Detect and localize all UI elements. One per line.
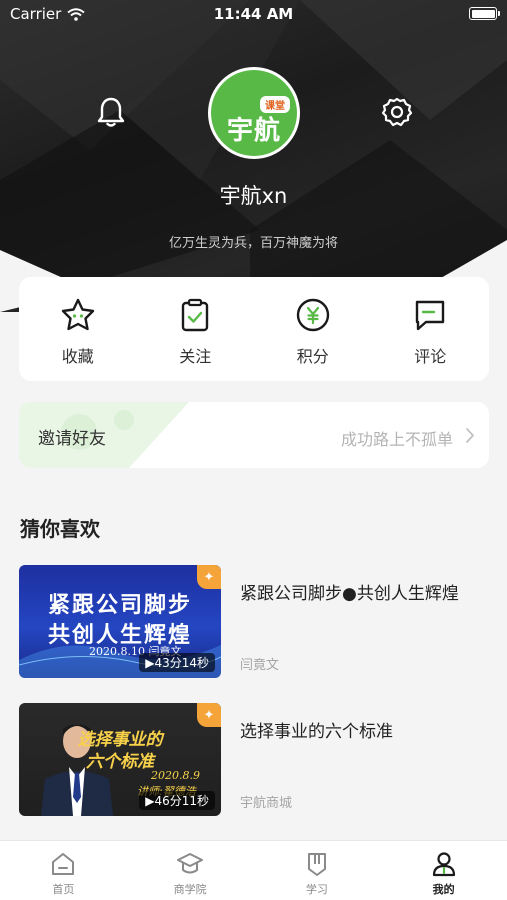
gear-icon[interactable] <box>381 96 413 128</box>
invite-subtitle: 成功路上不孤单 <box>340 430 453 449</box>
video-duration: ▶46分11秒 <box>139 791 215 810</box>
quick-action-comments[interactable]: 评论 <box>372 277 490 381</box>
course-title: 紧跟公司脚步●共创人生辉煌 <box>240 584 459 604</box>
tab-mine[interactable]: 我的 <box>380 841 507 900</box>
username: 宇航xn <box>219 184 288 208</box>
person-icon <box>432 852 455 877</box>
lightbulb-icon: ✦ <box>197 703 221 727</box>
status-bar: Carrier 11:44 AM <box>0 0 507 28</box>
comment-icon <box>416 300 445 331</box>
tab-label: 商学院 <box>173 883 207 896</box>
yuan-coin-icon <box>296 298 329 332</box>
avatar[interactable]: 课堂 宇航 <box>208 67 300 159</box>
chevron-right-icon <box>466 428 474 443</box>
section-title: 猜你喜欢 <box>20 517 100 541</box>
quick-action-label: 积分 <box>296 347 329 366</box>
invite-title: 邀请好友 <box>38 429 106 449</box>
course-item[interactable]: 选择事业的 六个标准 2020.8.9 讲师:翟德浩 ✦ ▶46分11秒 选择事… <box>19 703 489 819</box>
quick-action-label: 收藏 <box>61 347 94 366</box>
quick-action-points[interactable]: 积分 <box>254 277 372 381</box>
course-title: 选择事业的六个标准 <box>240 722 393 742</box>
battery-icon <box>469 7 500 20</box>
user-motto: 亿万生灵为兵，百万神魔为将 <box>168 236 338 251</box>
quick-action-label: 关注 <box>179 347 212 366</box>
course-thumbnail: 紧跟公司脚步 共创人生辉煌 2020.8.10 闫竟文 ✦ ▶43分14秒 <box>19 565 221 678</box>
home-icon <box>52 853 75 875</box>
profile-header: Carrier 11:44 AM 课堂 宇航 宇航xn 亿万生灵为兵，百万神魔为… <box>0 0 507 312</box>
course-author: 宇航商城 <box>240 796 293 811</box>
thumbnail-line-1: 紧跟公司脚步 <box>47 593 192 618</box>
invite-friends-banner[interactable]: 邀请好友 成功路上不孤单 <box>19 402 489 468</box>
course-item[interactable]: 紧跟公司脚步 共创人生辉煌 2020.8.10 闫竟文 ✦ ▶43分14秒 紧跟… <box>19 565 489 681</box>
star-icon <box>61 298 94 331</box>
bookmark-icon <box>307 853 326 876</box>
quick-action-follow[interactable]: 关注 <box>137 277 255 381</box>
tab-label: 我的 <box>432 883 455 896</box>
quick-action-favorites[interactable]: 收藏 <box>19 277 137 381</box>
clipboard-check-icon <box>182 298 209 332</box>
course-thumbnail: 选择事业的 六个标准 2020.8.9 讲师:翟德浩 ✦ ▶46分11秒 <box>19 703 221 816</box>
thumbnail-date: 2020.8.9 <box>151 769 200 782</box>
status-time: 11:44 AM <box>213 5 294 23</box>
avatar-logo: 课堂 宇航 <box>211 70 297 156</box>
tab-label: 学习 <box>305 883 328 896</box>
video-duration: ▶43分14秒 <box>139 653 215 672</box>
tab-label: 首页 <box>52 883 75 896</box>
tab-study[interactable]: 学习 <box>254 841 381 900</box>
quick-actions-card: 收藏 关注 积分 评论 <box>19 277 489 381</box>
bell-icon[interactable] <box>95 95 127 129</box>
quick-action-label: 评论 <box>414 347 447 366</box>
avatar-text: 宇航 <box>226 116 281 146</box>
graduation-cap-icon <box>177 853 204 874</box>
lightbulb-icon: ✦ <box>197 565 221 589</box>
tab-business-school[interactable]: 商学院 <box>127 841 254 900</box>
tab-bar: 首页 商学院 学习 我的 <box>0 840 507 900</box>
tab-home[interactable]: 首页 <box>0 841 127 900</box>
course-author: 闫竟文 <box>240 658 280 673</box>
